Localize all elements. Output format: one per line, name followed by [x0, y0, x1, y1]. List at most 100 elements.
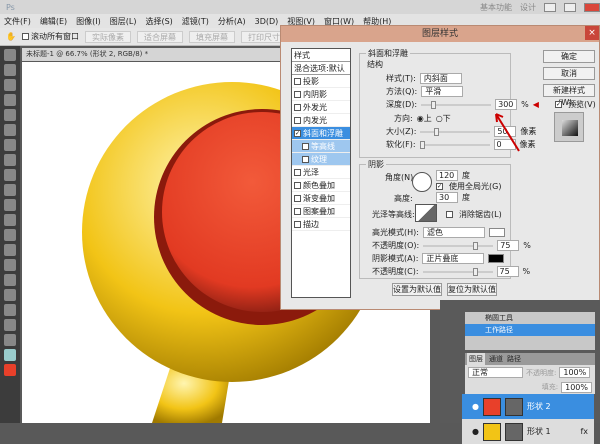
- shadow-color-swatch[interactable]: [488, 254, 505, 263]
- menu-image[interactable]: 图像(I): [76, 16, 101, 27]
- eraser-tool-icon[interactable]: [4, 199, 16, 211]
- dodge-tool-icon[interactable]: [4, 244, 16, 256]
- path-item[interactable]: 椭圆工具: [465, 312, 595, 324]
- style-list-item[interactable]: 颜色叠加: [292, 179, 350, 192]
- set-default-button[interactable]: 设置为默认值: [392, 283, 442, 296]
- size-slider[interactable]: [420, 127, 491, 136]
- ok-button[interactable]: 确定: [543, 50, 595, 63]
- depth-slider[interactable]: [421, 100, 492, 109]
- minimize-button[interactable]: [544, 2, 556, 12]
- highlight-opacity-slider[interactable]: [423, 241, 494, 250]
- checkbox[interactable]: [294, 221, 301, 228]
- checkbox[interactable]: [294, 182, 301, 189]
- highlight-color-swatch[interactable]: [488, 228, 505, 237]
- menu-filter[interactable]: 滤镜(T): [182, 16, 209, 27]
- hand-tool-icon[interactable]: [4, 334, 16, 346]
- scroll-all-checkbox[interactable]: 滚动所有窗口: [21, 31, 79, 42]
- style-list-item[interactable]: 内发光: [292, 114, 350, 127]
- style-list-item[interactable]: 纹理: [292, 153, 350, 166]
- highlight-opacity-input[interactable]: 75: [497, 240, 520, 251]
- checkbox[interactable]: [294, 104, 301, 111]
- eyedropper-tool-icon[interactable]: [4, 124, 16, 136]
- 3d-tool-icon[interactable]: [4, 319, 16, 331]
- tab-channels[interactable]: 通道: [489, 353, 503, 365]
- preview-checkbox[interactable]: ✓ 预览(V): [555, 99, 596, 110]
- foreground-color-swatch[interactable]: [4, 364, 16, 376]
- zoom-tool-icon[interactable]: [4, 349, 16, 361]
- shadow-mode-select[interactable]: 正片叠底: [422, 253, 485, 264]
- style-list-item[interactable]: 投影: [292, 75, 350, 88]
- fill-input[interactable]: 100%: [561, 381, 592, 393]
- style-list-item[interactable]: 外发光: [292, 101, 350, 114]
- style-list-item[interactable]: 光泽: [292, 166, 350, 179]
- style-list-item[interactable]: ✓ 斜面和浮雕: [292, 127, 350, 140]
- close-button[interactable]: [584, 2, 600, 12]
- brush-tool-icon[interactable]: [4, 154, 16, 166]
- new-style-button[interactable]: 新建样式(W)...: [543, 84, 595, 107]
- actual-pixels-button[interactable]: 实际像素: [84, 30, 131, 43]
- style-list-item[interactable]: 等高线: [292, 140, 350, 153]
- checkbox[interactable]: [294, 169, 301, 176]
- checkbox[interactable]: [294, 78, 301, 85]
- shadow-opacity-slider[interactable]: [422, 267, 493, 276]
- design-workspace[interactable]: 设计: [520, 2, 536, 13]
- path-item-selected[interactable]: 工作路径: [465, 324, 595, 336]
- style-list-header[interactable]: 混合选项:默认: [292, 62, 350, 75]
- visibility-eye-icon[interactable]: ●: [472, 402, 479, 411]
- checkbox[interactable]: [302, 143, 309, 150]
- history-brush-tool-icon[interactable]: [4, 184, 16, 196]
- fit-screen-button[interactable]: 适合屏幕: [136, 30, 183, 43]
- checkbox[interactable]: [302, 156, 309, 163]
- menu-select[interactable]: 选择(S): [145, 16, 172, 27]
- opacity-input[interactable]: 100%: [559, 367, 591, 378]
- style-list-item[interactable]: 内阴影: [292, 88, 350, 101]
- menu-edit[interactable]: 编辑(E): [40, 16, 67, 27]
- menu-file[interactable]: 文件(F): [4, 16, 31, 27]
- maximize-button[interactable]: [564, 2, 576, 12]
- tab-layers[interactable]: 图层: [467, 353, 485, 365]
- highlight-mode-select[interactable]: 滤色: [422, 227, 485, 238]
- direction-up-radio[interactable]: ◉上: [417, 113, 432, 124]
- angle-input[interactable]: 120: [436, 170, 458, 181]
- reset-default-button[interactable]: 复位为默认值: [447, 283, 497, 296]
- style-list-item[interactable]: 描边: [292, 218, 350, 231]
- checkbox[interactable]: [294, 117, 301, 124]
- tab-paths[interactable]: 路径: [507, 353, 521, 365]
- workspace-button[interactable]: 基本功能: [480, 2, 512, 13]
- global-light-checkbox[interactable]: ✓ 使用全局光(G): [436, 181, 501, 192]
- dialog-close-icon[interactable]: ×: [585, 26, 599, 40]
- cancel-button[interactable]: 取消: [543, 67, 595, 80]
- pen-tool-icon[interactable]: [4, 259, 16, 271]
- type-tool-icon[interactable]: [4, 274, 16, 286]
- antialias-checkbox[interactable]: 消除锯齿(L): [446, 209, 502, 220]
- visibility-eye-icon[interactable]: ●: [472, 427, 479, 436]
- checkbox[interactable]: [294, 208, 301, 215]
- altitude-input[interactable]: 30: [436, 192, 458, 203]
- style-select[interactable]: 内斜面: [419, 73, 462, 84]
- layer-row[interactable]: ● 形状 2: [462, 394, 594, 419]
- healing-tool-icon[interactable]: [4, 139, 16, 151]
- menu-3d[interactable]: 3D(D): [255, 17, 279, 26]
- direction-down-radio[interactable]: ○下: [436, 113, 451, 124]
- lasso-tool-icon[interactable]: [4, 79, 16, 91]
- technique-select[interactable]: 平滑: [421, 86, 464, 97]
- blend-mode-select[interactable]: 正常: [468, 367, 523, 378]
- style-list-item[interactable]: 图案叠加: [292, 205, 350, 218]
- hand-tool-icon[interactable]: ✋: [6, 32, 16, 41]
- gloss-contour-picker[interactable]: [415, 204, 437, 222]
- style-list-item[interactable]: 渐变叠加: [292, 192, 350, 205]
- style-list-header[interactable]: 样式: [292, 49, 350, 62]
- blur-tool-icon[interactable]: [4, 229, 16, 241]
- checkbox[interactable]: [294, 195, 301, 202]
- checkbox[interactable]: [294, 91, 301, 98]
- marquee-tool-icon[interactable]: [4, 64, 16, 76]
- shape-tool-icon[interactable]: [4, 304, 16, 316]
- angle-dial[interactable]: [412, 172, 432, 192]
- stamp-tool-icon[interactable]: [4, 169, 16, 181]
- fx-icon[interactable]: fx: [580, 427, 588, 436]
- path-select-tool-icon[interactable]: [4, 289, 16, 301]
- crop-tool-icon[interactable]: [4, 109, 16, 121]
- magic-wand-tool-icon[interactable]: [4, 94, 16, 106]
- checkbox[interactable]: ✓: [294, 130, 301, 137]
- document-tab[interactable]: 未标题-1 @ 66.7% (形状 2, RGB/8) *: [22, 48, 282, 61]
